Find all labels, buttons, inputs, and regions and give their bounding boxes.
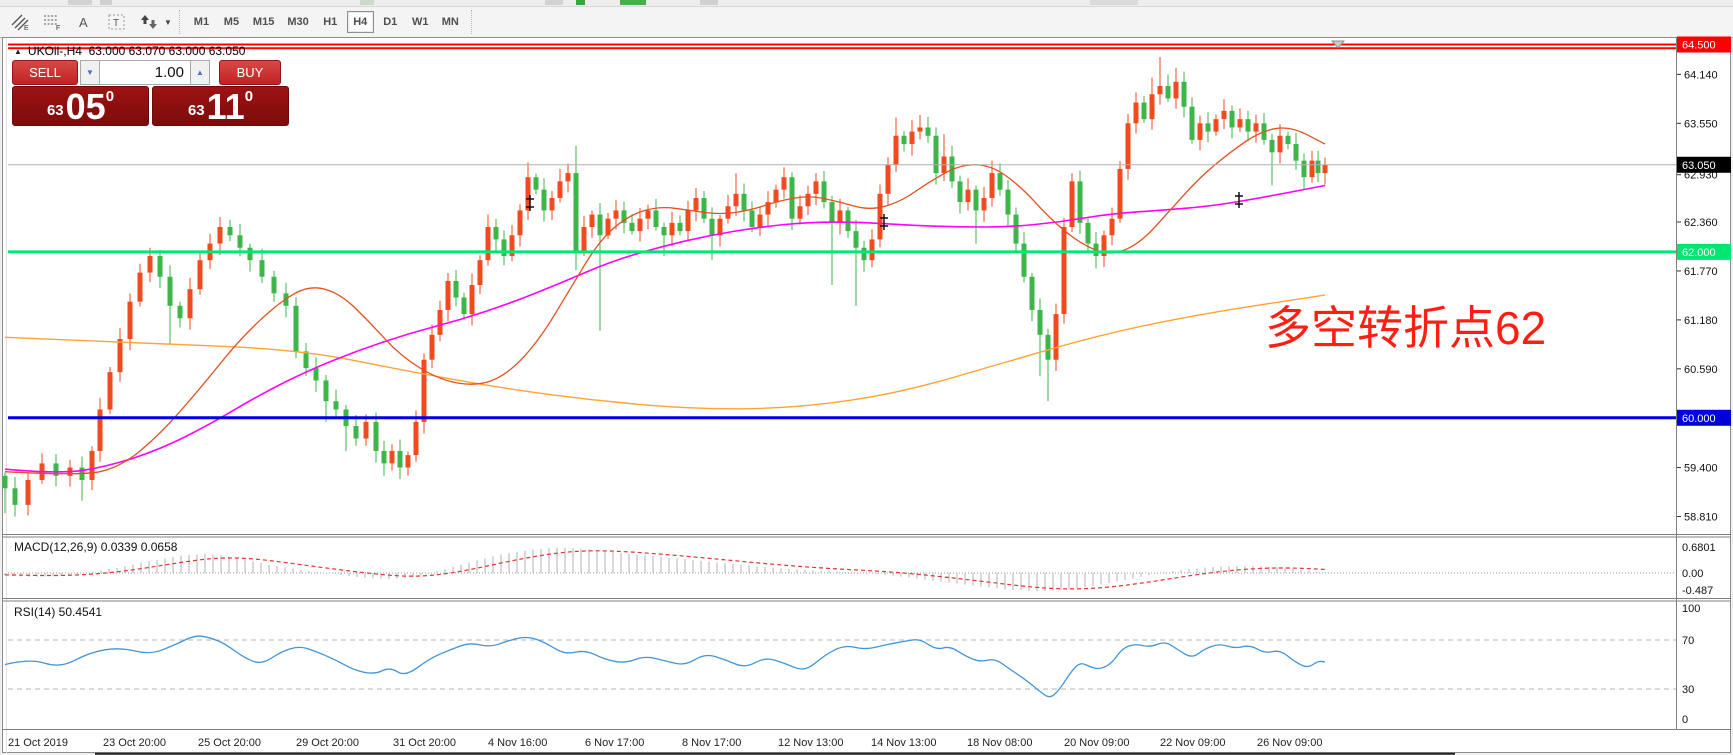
time-axis-label: 22 Nov 09:00 [1160,737,1225,749]
macd-label: MACD(12,26,9) 0.0339 0.0658 [14,540,178,554]
volume-decrease-button[interactable]: ▼ [80,60,100,85]
mt4-window: E F A T ▼ M1 M5 M15 M30 H1 H4 D1 W1 MN M… [0,0,1733,755]
buy-button[interactable]: BUY [219,60,281,85]
buy-price-sup: 0 [244,88,254,105]
price-tick-label: 63.550 [1684,118,1718,130]
annotation-text: 多空转折点62 [1265,302,1546,354]
sell-price-display[interactable]: 63 05 0 [12,86,149,126]
buy-price-base: 63 [187,102,205,119]
volume-increase-button[interactable]: ▲ [190,60,210,85]
time-axis-label: 21 Oct 2019 [8,737,68,749]
time-axis-label: 23 Oct 20:00 [103,737,166,749]
price-tick-label: 61.180 [1684,315,1718,327]
macd-axis-label: 0.6801 [1682,542,1716,554]
sell-price-base: 63 [46,102,64,119]
time-axis-label: 4 Nov 16:00 [488,737,547,749]
time-axis-label: 29 Oct 20:00 [296,737,359,749]
time-axis-label: 31 Oct 20:00 [393,737,456,749]
volume-stepper: ▼ ▲ [80,60,210,85]
one-click-trading-panel: SELL ▼ ▲ BUY 63050 63110 [12,60,289,126]
rsi-axis-label: 70 [1682,635,1694,647]
sell-button[interactable]: SELL [12,60,78,85]
volume-input[interactable] [100,60,190,85]
time-axis-label: 8 Nov 17:00 [682,737,741,749]
symbol-ohlc-label: UKOil-,H4 63.000 63.070 63.000 63.050 [27,44,246,58]
time-axis-label: 12 Nov 13:00 [778,737,843,749]
sell-price-big: 05 [65,86,106,128]
rsi-label: RSI(14) 50.4541 [14,605,102,619]
time-axis-label: 25 Oct 20:00 [198,737,261,749]
price-tick-label: 64.140 [1684,69,1718,81]
macd-axis-label: 0.00 [1682,568,1703,580]
chart-title-bar: ▲ UKOil-,H4 63.000 63.070 63.000 63.050 [14,44,245,58]
price-badge-label: 63.050 [1682,160,1716,172]
time-axis-label: 6 Nov 17:00 [585,737,644,749]
rsi-axis-label: 100 [1682,603,1700,615]
price-badge-label: 60.000 [1682,413,1716,425]
time-axis-label: 20 Nov 09:00 [1064,737,1129,749]
price-tick-label: 58.810 [1684,511,1718,523]
sell-price-sup: 0 [105,88,115,105]
price-tick-label: 62.360 [1684,217,1718,229]
rsi-axis-label: 30 [1682,684,1694,696]
rsi-axis-label: 0 [1682,714,1688,726]
macd-axis-label: -0.487 [1682,585,1713,597]
price-badge-label: 64.500 [1682,40,1716,52]
price-badge-label: 62.000 [1682,247,1716,259]
collapse-triangle-icon[interactable]: ▲ [14,47,22,56]
price-tick-label: 59.400 [1684,463,1718,475]
price-tick-label: 61.770 [1684,266,1718,278]
time-axis-label: 14 Nov 13:00 [871,737,936,749]
buy-price-display[interactable]: 63 11 0 [152,86,289,126]
time-axis-label: 26 Nov 09:00 [1257,737,1322,749]
buy-price-big: 11 [206,86,245,128]
time-axis-label: 18 Nov 08:00 [967,737,1032,749]
price-tick-label: 60.590 [1684,364,1718,376]
